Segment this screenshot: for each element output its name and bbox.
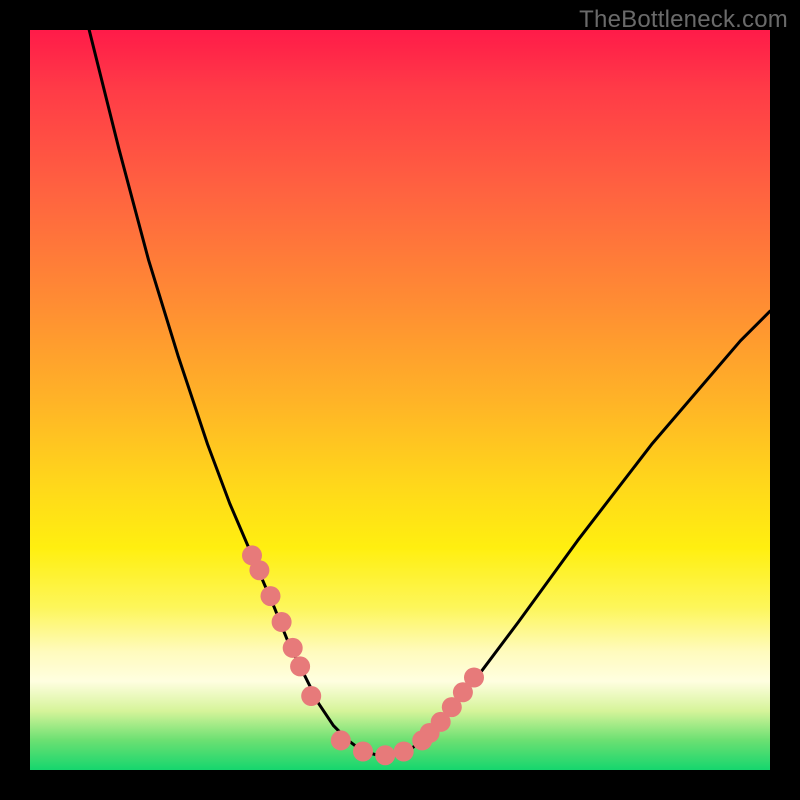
curve-svg xyxy=(30,30,770,770)
data-point xyxy=(249,560,269,580)
bottleneck-curve-path xyxy=(89,30,770,755)
data-point xyxy=(290,656,310,676)
watermark-text: TheBottleneck.com xyxy=(579,6,788,34)
data-point xyxy=(261,586,281,606)
data-point xyxy=(394,742,414,762)
data-point xyxy=(353,742,373,762)
data-point xyxy=(283,638,303,658)
data-point xyxy=(464,668,484,688)
data-point xyxy=(375,745,395,765)
data-point xyxy=(301,686,321,706)
scatter-markers xyxy=(242,545,484,765)
data-point xyxy=(331,730,351,750)
data-point xyxy=(272,612,292,632)
bottleneck-curve xyxy=(89,30,770,755)
chart-frame: TheBottleneck.com xyxy=(0,0,800,800)
plot-area xyxy=(30,30,770,770)
